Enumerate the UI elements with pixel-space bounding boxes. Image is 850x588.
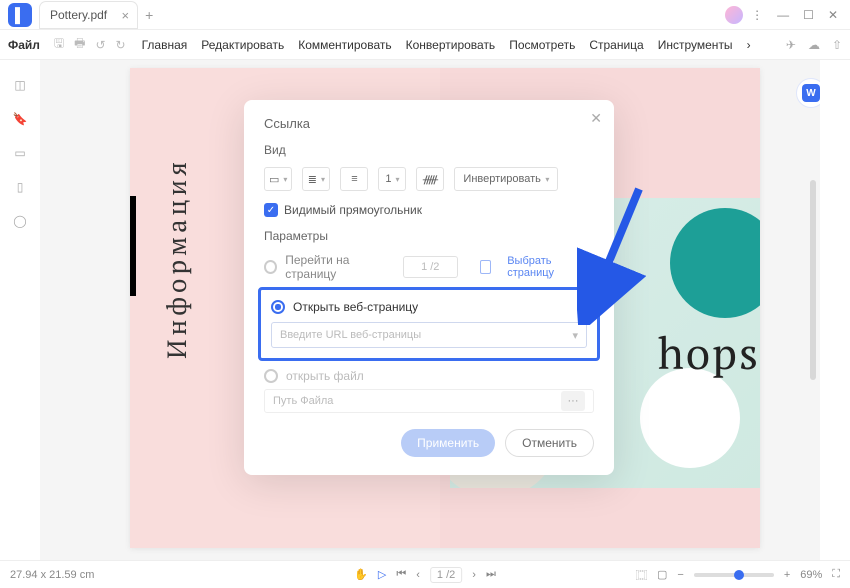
invert-dropdown[interactable]: Инвертировать▾ <box>454 167 558 191</box>
radio-open-file[interactable] <box>264 369 278 383</box>
word-export-badge[interactable]: W <box>796 78 820 108</box>
checkbox-visible-rect[interactable]: ✓ <box>264 203 278 217</box>
fit-width-icon[interactable]: ⿴ <box>636 567 647 583</box>
tab-document[interactable]: Pottery.pdf × <box>40 2 137 28</box>
hand-tool-icon[interactable]: ✋ <box>354 568 368 581</box>
statusbar: 27.94 x 21.59 cm ✋ ▷ ⏮ ‹ 1 /2 › ⏭ ⿴ ▢ − … <box>0 560 850 588</box>
dialog-close-icon[interactable]: ✕ <box>590 110 602 127</box>
line-style-tool[interactable]: ≣▾ <box>302 167 330 191</box>
visible-rect-row[interactable]: ✓ Видимый прямоугольник <box>264 203 594 217</box>
open-file-row[interactable]: открыть файл <box>264 369 594 383</box>
maximize-icon[interactable]: ☐ <box>803 8 814 22</box>
zoom-in-button[interactable]: + <box>784 569 790 581</box>
open-web-label: Открыть веб-страницу <box>293 300 418 314</box>
section-params-label: Параметры <box>264 229 594 243</box>
tab-label: Pottery.pdf <box>50 8 107 22</box>
toolbar-right: ✈ ☁ ⇧ <box>786 38 842 52</box>
toolbar: Файл 🖫 🖶 ↺ ↻ Главная Редактировать Комме… <box>0 30 850 60</box>
page-bar <box>130 196 136 296</box>
nav-tools[interactable]: Инструменты <box>658 38 733 52</box>
goto-page-label: Перейти на страницу <box>285 253 394 281</box>
annotation-icon[interactable]: ▭ <box>14 146 25 160</box>
left-rail: ◫ 🔖 ▭ ▯ ◯ <box>0 60 40 560</box>
next-page-icon[interactable]: › <box>472 569 476 581</box>
page-dimensions: 27.94 x 21.59 cm <box>10 569 94 581</box>
share-icon[interactable]: ⇧ <box>832 38 842 52</box>
search-icon[interactable]: ◯ <box>13 214 26 228</box>
zoom-out-button[interactable]: − <box>677 569 683 581</box>
titlebar: ▌ Pottery.pdf × + ⋮ — ☐ ✕ <box>0 0 850 30</box>
cancel-button[interactable]: Отменить <box>505 429 594 457</box>
close-window-icon[interactable]: ✕ <box>828 8 838 22</box>
dialog-buttons: Применить Отменить <box>264 429 594 457</box>
open-web-section: Открыть веб-страницу Введите URL веб-стр… <box>258 287 600 361</box>
bookmark-icon[interactable]: 🔖 <box>13 112 28 126</box>
thickness-tool[interactable]: 1▾ <box>378 167 406 191</box>
undo-icon[interactable]: ↺ <box>95 38 105 52</box>
save-icon[interactable]: 🖫 <box>54 34 64 55</box>
nav-comment[interactable]: Комментировать <box>298 38 391 52</box>
apply-button[interactable]: Применить <box>401 429 495 457</box>
minimize-icon[interactable]: — <box>777 8 789 22</box>
browse-button[interactable]: ··· <box>561 391 585 411</box>
cloud-icon[interactable]: ☁ <box>808 38 820 52</box>
brush-tool[interactable]: ᚏ <box>416 167 444 191</box>
avatar[interactable] <box>725 6 743 24</box>
radio-goto-page[interactable] <box>264 260 277 274</box>
nav-more-icon[interactable]: › <box>747 38 751 52</box>
menu-file[interactable]: Файл <box>8 38 40 52</box>
dialog-title: Ссылка <box>264 116 594 131</box>
section-view-label: Вид <box>264 143 594 157</box>
attachment-icon[interactable]: ▯ <box>17 180 24 194</box>
zoom-value: 69% <box>800 569 822 581</box>
last-page-icon[interactable]: ⏭ <box>486 568 496 581</box>
nav-home[interactable]: Главная <box>142 38 188 52</box>
url-input[interactable]: Введите URL веб-страницы ▾ <box>271 322 587 348</box>
page-icon <box>480 260 491 274</box>
page-headline-fragment: hops <box>658 323 760 382</box>
view-row: ▭▾ ≣▾ ≡ 1▾ ᚏ Инвертировать▾ <box>264 167 594 191</box>
url-placeholder: Введите URL веб-страницы <box>280 329 421 341</box>
zoom-slider[interactable] <box>694 573 774 577</box>
more-icon[interactable]: ⋮ <box>751 8 763 22</box>
app-icon: ▌ <box>8 3 32 27</box>
page-vertical-text: Информация <box>160 158 194 359</box>
align-tool[interactable]: ≡ <box>340 167 368 191</box>
window-controls: ⋮ — ☐ ✕ <box>751 8 850 22</box>
nav-convert[interactable]: Конвертировать <box>406 38 496 52</box>
border-style-tool[interactable]: ▭▾ <box>264 167 292 191</box>
print-icon[interactable]: 🖶 <box>74 34 85 55</box>
select-page-link[interactable]: Выбрать страницу <box>507 255 594 279</box>
chevron-down-icon: ▾ <box>572 329 578 342</box>
main-nav: Главная Редактировать Комментировать Кон… <box>142 38 751 52</box>
prev-page-icon[interactable]: ‹ <box>416 569 420 581</box>
page-indicator[interactable]: 1 /2 <box>430 567 462 583</box>
close-icon[interactable]: × <box>122 8 130 23</box>
statusbar-right: ⿴ ▢ − + 69% ⛶ <box>636 567 840 583</box>
send-icon[interactable]: ✈ <box>786 38 796 52</box>
visible-rect-label: Видимый прямоугольник <box>284 203 422 217</box>
fullscreen-icon[interactable]: ⛶ <box>832 568 840 581</box>
file-path-input[interactable]: Путь Файла ··· <box>264 389 594 413</box>
first-page-icon[interactable]: ⏮ <box>396 568 406 581</box>
goto-page-value[interactable]: 1 /2 <box>403 256 458 278</box>
select-tool-icon[interactable]: ▷ <box>378 568 386 581</box>
fit-page-icon[interactable]: ▢ <box>657 568 667 581</box>
link-dialog: Ссылка ✕ Вид ▭▾ ≣▾ ≡ 1▾ ᚏ Инвертировать▾… <box>244 100 614 475</box>
nav-view[interactable]: Посмотреть <box>509 38 575 52</box>
radio-open-web[interactable] <box>271 300 285 314</box>
nav-edit[interactable]: Редактировать <box>201 38 284 52</box>
scrollbar[interactable] <box>810 180 816 380</box>
redo-icon[interactable]: ↻ <box>116 38 126 52</box>
goto-page-row[interactable]: Перейти на страницу 1 /2 Выбрать страниц… <box>264 253 594 281</box>
statusbar-center: ✋ ▷ ⏮ ‹ 1 /2 › ⏭ <box>354 567 496 583</box>
open-file-label: открыть файл <box>286 369 364 383</box>
file-path-placeholder: Путь Файла <box>273 395 333 407</box>
nav-page[interactable]: Страница <box>589 38 643 52</box>
thumbnails-icon[interactable]: ◫ <box>14 78 25 92</box>
add-tab-button[interactable]: + <box>145 7 153 23</box>
